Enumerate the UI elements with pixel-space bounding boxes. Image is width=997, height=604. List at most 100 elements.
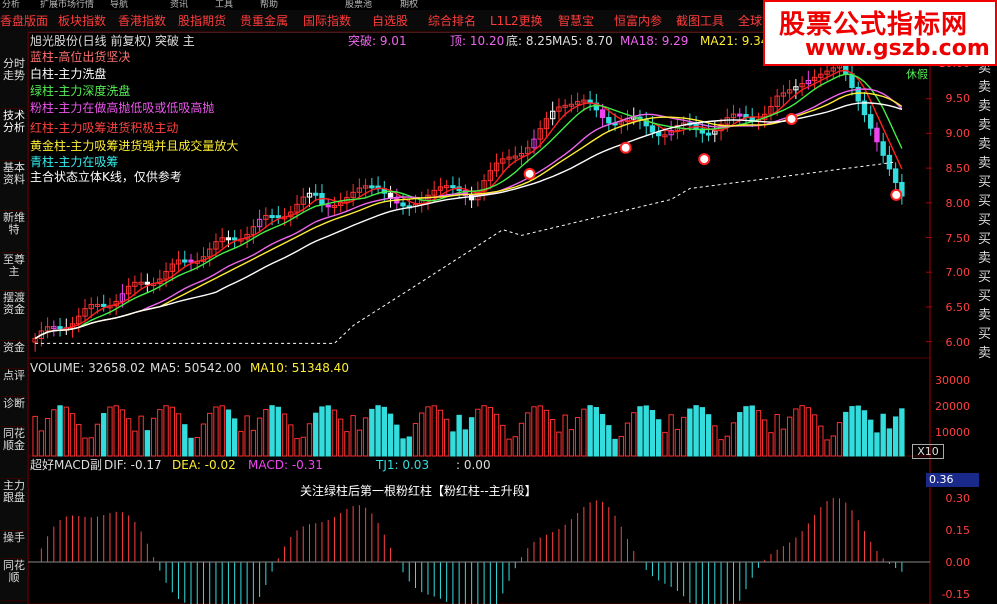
volume-bar xyxy=(450,431,456,457)
candle-body xyxy=(182,259,188,263)
signal-label: 买 xyxy=(978,232,992,247)
volume-bar xyxy=(325,405,331,457)
volume-bar xyxy=(419,412,425,457)
volume-bar xyxy=(425,406,431,457)
volume-bar xyxy=(319,406,325,457)
volume-bar xyxy=(213,406,219,457)
candle-body xyxy=(325,204,331,208)
volume-bar xyxy=(899,408,905,457)
volume-bar xyxy=(780,428,787,457)
volume-bar xyxy=(880,413,886,457)
volume-bar xyxy=(32,415,38,457)
volume-bar xyxy=(512,436,518,457)
candlestick-chart[interactable] xyxy=(0,0,997,604)
volume-bar xyxy=(443,418,450,457)
volume-bar xyxy=(107,406,113,457)
volume-bar xyxy=(693,405,699,457)
candle-body xyxy=(599,109,606,119)
volume-bar xyxy=(868,419,874,457)
volume-bar xyxy=(768,432,774,457)
volume-bar xyxy=(549,419,556,457)
volume-bar xyxy=(88,437,94,457)
volume-bar xyxy=(150,417,157,457)
macd-macd: MACD: -0.31 xyxy=(248,458,323,472)
legend-cyan: 青柱-主力在吸筹 xyxy=(30,155,119,169)
volume-bar xyxy=(294,438,300,457)
volume-bar xyxy=(94,423,101,457)
macd-tick: -0.15 xyxy=(941,588,970,601)
bottom-value: 底: 8.25 xyxy=(506,34,553,48)
volume-tick: 20000 xyxy=(935,400,970,413)
volume-ma5: MA5: 50542.00 xyxy=(150,361,242,375)
volume-bar xyxy=(475,408,481,457)
volume-bar xyxy=(687,408,693,457)
volume-bar xyxy=(350,415,356,457)
volume-bar xyxy=(824,439,830,457)
volume-bar xyxy=(818,425,824,457)
volume-bar xyxy=(275,406,281,457)
sell-signal-marker xyxy=(785,112,798,125)
macd-tick: 0.15 xyxy=(945,524,971,537)
legend-green: 绿柱-主力深度洗盘 xyxy=(30,84,131,98)
volume-bar xyxy=(518,422,525,457)
volume-bar xyxy=(525,412,531,457)
breakout-value: 突破: 9.01 xyxy=(348,34,407,48)
macd-extra: : 0.00 xyxy=(456,458,491,472)
volume-bar xyxy=(256,417,263,457)
volume-bar xyxy=(182,424,188,457)
volume-bar xyxy=(699,407,706,457)
candle-body xyxy=(369,185,375,189)
candle-body xyxy=(269,215,275,219)
volume-bar xyxy=(762,419,768,457)
watermark-logo: 股票公式指标网 www.gszb.com xyxy=(763,0,997,66)
ma5-value: MA5: 8.70 xyxy=(552,34,613,48)
volume-bar xyxy=(843,411,849,457)
volume-bar xyxy=(331,409,338,457)
candle-body xyxy=(749,117,755,121)
macd-tj1: TJ1: 0.03 xyxy=(376,458,430,472)
volume-bar xyxy=(543,409,550,457)
price-tick: 8.50 xyxy=(945,162,971,175)
volume-bar xyxy=(624,422,631,457)
macd-tick: 0.00 xyxy=(945,556,971,569)
signal-label: 卖 xyxy=(978,99,992,114)
volume-bar xyxy=(643,405,649,457)
volume-bar xyxy=(44,417,51,457)
signal-label: 买 xyxy=(978,327,992,342)
price-tick: 7.00 xyxy=(945,266,971,279)
volume-bar xyxy=(169,406,175,457)
volume-bar xyxy=(138,415,144,457)
volume-bar xyxy=(668,414,674,457)
volume-bar xyxy=(743,406,749,457)
macd-current-badge: 0.36 xyxy=(926,473,979,487)
signal-label: 买 xyxy=(978,175,992,190)
price-tick: 7.50 xyxy=(945,232,971,245)
signal-label: 卖 xyxy=(978,308,992,323)
volume-bar xyxy=(830,435,836,457)
volume-bar xyxy=(400,438,406,457)
candle-body xyxy=(649,125,656,133)
volume-unit: X10 xyxy=(912,444,944,459)
volume-bar xyxy=(175,413,182,457)
signal-label: 买 xyxy=(978,289,992,304)
watermark-url: www.gszb.com xyxy=(805,36,990,61)
volume-bar xyxy=(506,438,512,457)
volume-bar xyxy=(724,435,730,457)
candle-body xyxy=(188,259,194,263)
volume-bar xyxy=(749,405,755,457)
candle-body xyxy=(231,237,238,241)
volume-bar xyxy=(631,412,637,457)
volume-bar xyxy=(674,428,681,457)
price-tick: 6.00 xyxy=(945,336,971,349)
signal-label: 卖 xyxy=(978,156,992,171)
macd-tick: 0.30 xyxy=(945,492,971,505)
volume-bar xyxy=(207,412,213,457)
volume-value: VOLUME: 32658.02 xyxy=(30,361,146,375)
legend-gold: 黄金柱-主力吸筹进货强并且成交量放大 xyxy=(30,139,239,153)
candle-body xyxy=(874,127,880,143)
volume-bar xyxy=(712,425,718,457)
stock-name: 旭光股份(日线 前复权) 突破 主 xyxy=(30,34,195,48)
signal-label: 卖 xyxy=(978,137,992,152)
volume-bar xyxy=(200,423,207,457)
volume-bar xyxy=(786,416,793,457)
